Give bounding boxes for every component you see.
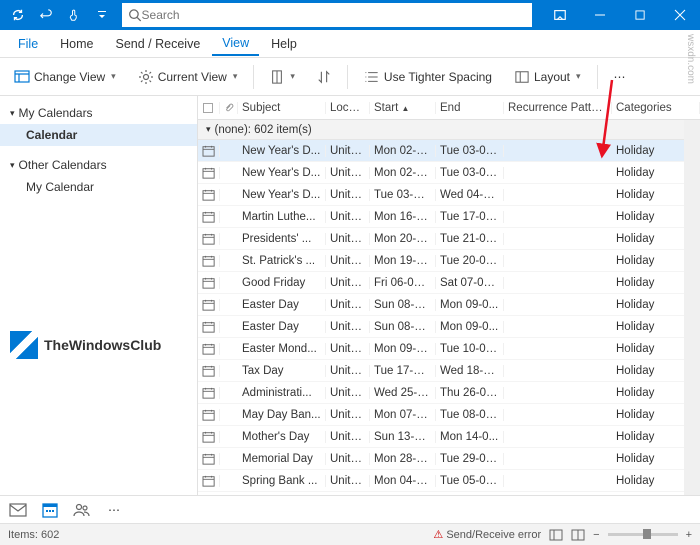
list-body[interactable]: New Year's D...Unite...Mon 02-0...Tue 03… bbox=[198, 140, 700, 495]
sidebar-item-my-calendar[interactable]: My Calendar bbox=[0, 176, 197, 198]
sidebar-group-my-calendars[interactable]: ▾My Calendars bbox=[0, 102, 197, 124]
ribbon-options-icon[interactable] bbox=[540, 0, 580, 30]
menu-help[interactable]: Help bbox=[261, 33, 307, 55]
close-button[interactable] bbox=[660, 0, 700, 30]
nav-bar: ⋯ bbox=[0, 495, 700, 523]
col-attachment[interactable] bbox=[220, 102, 238, 114]
sidebar-group-other-calendars[interactable]: ▾Other Calendars bbox=[0, 154, 197, 176]
window-titlebar bbox=[0, 0, 700, 30]
col-recurrence[interactable]: Recurrence Pattern bbox=[504, 102, 612, 114]
table-row[interactable]: Easter Mond...Unite...Mon 09-0...Tue 10-… bbox=[198, 338, 700, 360]
status-items: Items: 602 bbox=[8, 529, 59, 541]
watermark: wsxdn.com bbox=[685, 34, 696, 84]
layout-icon bbox=[514, 70, 530, 84]
change-view-icon bbox=[14, 69, 30, 85]
menu-bar: File Home Send / Receive View Help bbox=[0, 30, 700, 58]
table-row[interactable]: Tax DayUnite...Tue 17-04...Wed 18-0...Ho… bbox=[198, 360, 700, 382]
col-categories[interactable]: Categories bbox=[612, 102, 700, 114]
logo-icon bbox=[10, 331, 38, 359]
list-view: Subject Locati... Start ▲ End Recurrence… bbox=[198, 96, 700, 495]
col-end[interactable]: End bbox=[436, 102, 504, 114]
sync-icon[interactable] bbox=[6, 3, 30, 27]
maximize-button[interactable] bbox=[620, 0, 660, 30]
tighter-spacing-button[interactable]: Use Tighter Spacing bbox=[358, 66, 498, 88]
col-flag[interactable] bbox=[198, 102, 220, 114]
search-icon bbox=[128, 8, 142, 22]
table-row[interactable]: Good FridayUnite...Fri 06-04-...Sat 07-0… bbox=[198, 272, 700, 294]
qat-customize-icon[interactable] bbox=[90, 3, 114, 27]
undo-icon[interactable] bbox=[34, 3, 58, 27]
col-start[interactable]: Start ▲ bbox=[370, 102, 436, 114]
more-commands-button[interactable]: ⋯ bbox=[608, 66, 632, 88]
search-box[interactable] bbox=[122, 3, 532, 27]
sidebar: ▾My Calendars Calendar ▾Other Calendars … bbox=[0, 96, 198, 495]
list-header: Subject Locati... Start ▲ End Recurrence… bbox=[198, 96, 700, 120]
table-row[interactable]: May Day Ban...Unite...Mon 07-0...Tue 08-… bbox=[198, 404, 700, 426]
change-view-label: Change View bbox=[34, 70, 105, 84]
menu-send-receive[interactable]: Send / Receive bbox=[106, 33, 211, 55]
sidebar-item-calendar[interactable]: Calendar bbox=[0, 124, 197, 146]
separator bbox=[253, 65, 254, 89]
layout-button[interactable]: Layout▾ bbox=[508, 66, 587, 88]
table-row[interactable]: New Year's D...Unite...Tue 03-01...Wed 0… bbox=[198, 184, 700, 206]
gear-icon bbox=[138, 69, 154, 85]
view-reading-icon[interactable] bbox=[571, 529, 585, 541]
table-row[interactable]: Mother's DayUnite...Sun 13-05...Mon 14-0… bbox=[198, 426, 700, 448]
minimize-button[interactable] bbox=[580, 0, 620, 30]
table-row[interactable]: Easter DayUnite...Sun 08-04...Mon 09-0..… bbox=[198, 294, 700, 316]
zoom-slider[interactable] bbox=[608, 533, 678, 536]
search-input[interactable] bbox=[142, 8, 526, 22]
tighter-spacing-label: Use Tighter Spacing bbox=[384, 70, 492, 84]
table-row[interactable]: Administrati...Unite...Wed 25-0...Thu 26… bbox=[198, 382, 700, 404]
table-row[interactable]: Easter DayUnite...Sun 08-04...Mon 09-0..… bbox=[198, 316, 700, 338]
menu-view[interactable]: View bbox=[212, 32, 259, 56]
zoom-in[interactable]: + bbox=[686, 529, 692, 541]
sort-button[interactable] bbox=[311, 65, 337, 89]
col-location[interactable]: Locati... bbox=[326, 102, 370, 114]
ribbon-toolbar: Change View▾ Current View▾ ▾ Use Tighter… bbox=[0, 58, 700, 96]
separator bbox=[597, 65, 598, 89]
table-row[interactable]: Presidents' ...Unite...Mon 20-0...Tue 21… bbox=[198, 228, 700, 250]
touch-mode-icon[interactable] bbox=[62, 3, 86, 27]
menu-home[interactable]: Home bbox=[50, 33, 103, 55]
table-row[interactable]: Martin Luthe...Unite...Mon 16-0...Tue 17… bbox=[198, 206, 700, 228]
content-area: ▾My Calendars Calendar ▾Other Calendars … bbox=[0, 96, 700, 495]
spacing-icon bbox=[364, 70, 380, 84]
scrollbar[interactable] bbox=[684, 120, 700, 495]
table-row[interactable]: New Year's D...Unite...Mon 02-0...Tue 03… bbox=[198, 140, 700, 162]
separator bbox=[347, 65, 348, 89]
table-row[interactable]: New Year's D...Unite...Mon 02-0...Tue 03… bbox=[198, 162, 700, 184]
table-row[interactable]: St. Patrick's ...Unite...Mon 19-0...Tue … bbox=[198, 250, 700, 272]
menu-file[interactable]: File bbox=[8, 33, 48, 55]
logo-text: TheWindowsClub bbox=[44, 337, 161, 353]
status-error[interactable]: ⚠ Send/Receive error bbox=[433, 528, 541, 541]
change-view-button[interactable]: Change View▾ bbox=[8, 65, 122, 89]
current-view-label: Current View bbox=[158, 70, 227, 84]
sidebar-group-label: Other Calendars bbox=[19, 158, 107, 172]
status-bar: Items: 602 ⚠ Send/Receive error − + bbox=[0, 523, 700, 545]
zoom-out[interactable]: − bbox=[593, 529, 599, 541]
table-row[interactable]: Spring Bank ...Unite...Mon 04-0...Tue 05… bbox=[198, 470, 700, 492]
view-normal-icon[interactable] bbox=[549, 529, 563, 541]
table-row[interactable]: Memorial DayUnite...Mon 28-0...Tue 29-05… bbox=[198, 448, 700, 470]
column-settings-button[interactable]: ▾ bbox=[264, 65, 301, 89]
layout-label: Layout bbox=[534, 70, 570, 84]
group-row[interactable]: ▾(none): 602 item(s) bbox=[198, 120, 700, 140]
logo: TheWindowsClub bbox=[0, 321, 197, 369]
current-view-button[interactable]: Current View▾ bbox=[132, 65, 244, 89]
col-subject[interactable]: Subject bbox=[238, 102, 326, 114]
sidebar-group-label: My Calendars bbox=[19, 106, 93, 120]
